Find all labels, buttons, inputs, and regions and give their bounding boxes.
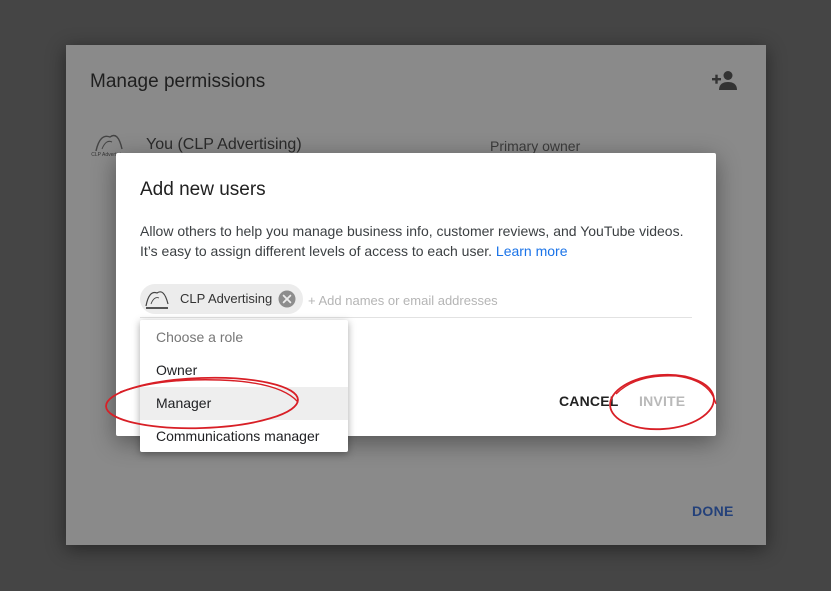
- chip-avatar-logo: [145, 291, 169, 309]
- add-users-description: Allow others to help you manage business…: [140, 221, 700, 261]
- role-dropdown-menu: Choose a role Owner Manager Communicatio…: [140, 320, 348, 452]
- chip-label: CLP Advertising: [180, 291, 273, 306]
- role-option-label: Owner: [156, 362, 198, 378]
- person-add-icon[interactable]: [711, 69, 739, 91]
- role-option-label: Manager: [156, 395, 212, 411]
- invite-button[interactable]: INVITE: [639, 393, 685, 409]
- description-line-2-text: It’s easy to assign different levels of …: [140, 243, 493, 259]
- role-option-owner[interactable]: Owner: [140, 354, 348, 387]
- input-underline: [140, 317, 692, 318]
- learn-more-link[interactable]: Learn more: [496, 243, 568, 259]
- cancel-button[interactable]: CANCEL: [559, 393, 619, 409]
- role-option-manager[interactable]: Manager: [140, 387, 348, 420]
- add-users-title: Add new users: [140, 179, 266, 200]
- done-button[interactable]: DONE: [692, 503, 734, 519]
- cancel-icon[interactable]: [278, 290, 296, 308]
- user-chip: CLP Advertising: [140, 284, 303, 314]
- add-names-input[interactable]: [308, 290, 688, 310]
- owner-name: You (CLP Advertising): [146, 136, 302, 153]
- role-option-label: Communications manager: [156, 428, 320, 444]
- owner-role: Primary owner: [490, 138, 581, 154]
- description-line-1: Allow others to help you manage business…: [140, 223, 684, 239]
- role-menu-header: Choose a role: [156, 329, 244, 345]
- role-option-communications-manager[interactable]: Communications manager: [140, 420, 348, 453]
- manage-permissions-title: Manage permissions: [90, 71, 266, 92]
- description-line-2: It’s easy to assign different levels of …: [140, 241, 700, 261]
